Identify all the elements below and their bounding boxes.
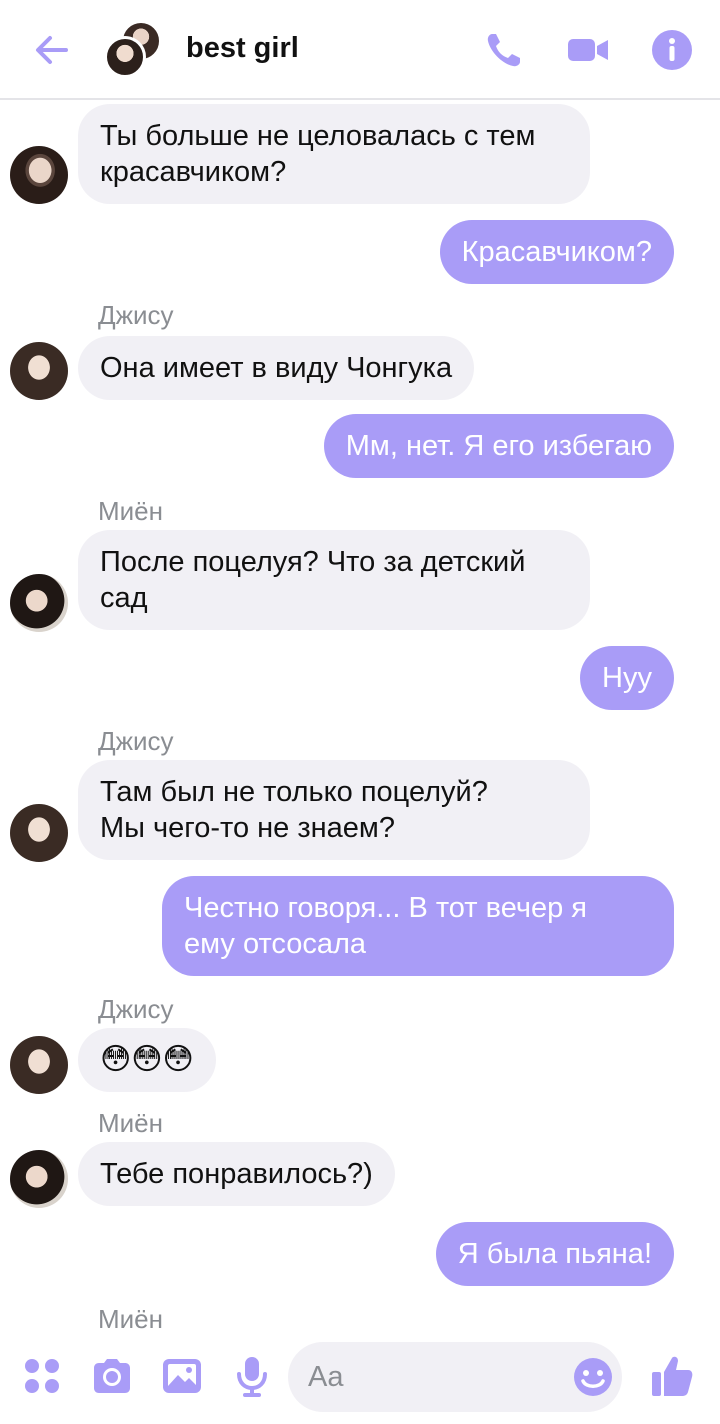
message-line: Красавчиком?: [461, 236, 652, 268]
incoming-message[interactable]: 😳😳😳: [78, 1028, 216, 1092]
image-icon[interactable]: [160, 1354, 204, 1398]
sender-name: Миён: [98, 1304, 163, 1330]
composer-bar: [0, 1330, 720, 1424]
sender-name: Миён: [98, 1108, 163, 1138]
outgoing-message[interactable]: Нуу: [580, 646, 674, 710]
info-icon[interactable]: [650, 28, 694, 72]
avatar[interactable]: [10, 1150, 68, 1208]
message-line: Там был не только поцелуй?: [100, 776, 488, 808]
chat-title[interactable]: best girl: [186, 32, 299, 65]
incoming-message[interactable]: Она имеет в виду Чонгука: [78, 336, 475, 400]
camera-icon[interactable]: [90, 1354, 134, 1398]
outgoing-message[interactable]: Я была пьяна!: [435, 1222, 674, 1286]
outgoing-message[interactable]: Мм, нет. Я его избегаю: [323, 414, 674, 478]
message-line: Я была пьяна!: [457, 1238, 652, 1270]
message-input-container[interactable]: [288, 1342, 622, 1412]
four-dots-icon[interactable]: [20, 1354, 64, 1398]
sender-name: Джису: [98, 994, 174, 1024]
microphone-icon[interactable]: [230, 1354, 274, 1398]
phone-icon[interactable]: [482, 28, 526, 72]
message-line: Она имеет в виду Чонгука: [100, 352, 453, 384]
message-line: 😳😳😳: [100, 1043, 194, 1076]
video-camera-icon[interactable]: [566, 28, 610, 72]
message-line: ему отсосала: [184, 928, 367, 960]
message-line: Мы чего-то не знаем?: [100, 812, 395, 844]
incoming-message[interactable]: Тебе понравилось?): [78, 1142, 395, 1206]
message-line: Нуу: [602, 662, 652, 694]
sender-name: Миён: [98, 496, 163, 526]
message-line: Честно говоря... В тот вечер я: [184, 892, 588, 924]
incoming-message[interactable]: После поцелуя? Что за детский сад: [78, 530, 590, 630]
outgoing-message[interactable]: Честно говоря... В тот вечер я ему отсос…: [162, 876, 674, 976]
message-line: После поцелуя? Что за детский: [100, 546, 526, 578]
incoming-message[interactable]: Ты больше не целовалась с тем красавчико…: [78, 104, 590, 204]
message-line: Мм, нет. Я его избегаю: [345, 430, 652, 462]
back-arrow-icon[interactable]: [30, 28, 74, 72]
avatar[interactable]: [10, 804, 68, 862]
message-line: красавчиком?: [100, 156, 287, 188]
outgoing-message[interactable]: Красавчиком?: [439, 220, 674, 284]
chat-header: best girl: [0, 0, 720, 100]
sender-name: Джису: [98, 726, 174, 756]
sender-name: Джису: [98, 300, 174, 330]
thumbs-up-icon[interactable]: [648, 1352, 696, 1400]
smiley-icon[interactable]: [572, 1356, 614, 1398]
avatar[interactable]: [10, 146, 68, 204]
avatar[interactable]: [10, 1036, 68, 1094]
incoming-message[interactable]: Там был не только поцелуй? Мы чего-то не…: [78, 760, 590, 860]
avatar[interactable]: [10, 342, 68, 400]
avatar[interactable]: [10, 574, 68, 632]
group-avatar[interactable]: [104, 20, 164, 80]
message-list[interactable]: Ты больше не целовалась с тем красавчико…: [0, 100, 720, 1330]
message-line: Тебе понравилось?): [100, 1158, 373, 1190]
message-line: Ты больше не целовалась с тем: [100, 120, 536, 152]
message-line: сад: [100, 582, 148, 614]
group-avatar-2: [104, 36, 146, 78]
message-input[interactable]: [308, 1356, 568, 1398]
